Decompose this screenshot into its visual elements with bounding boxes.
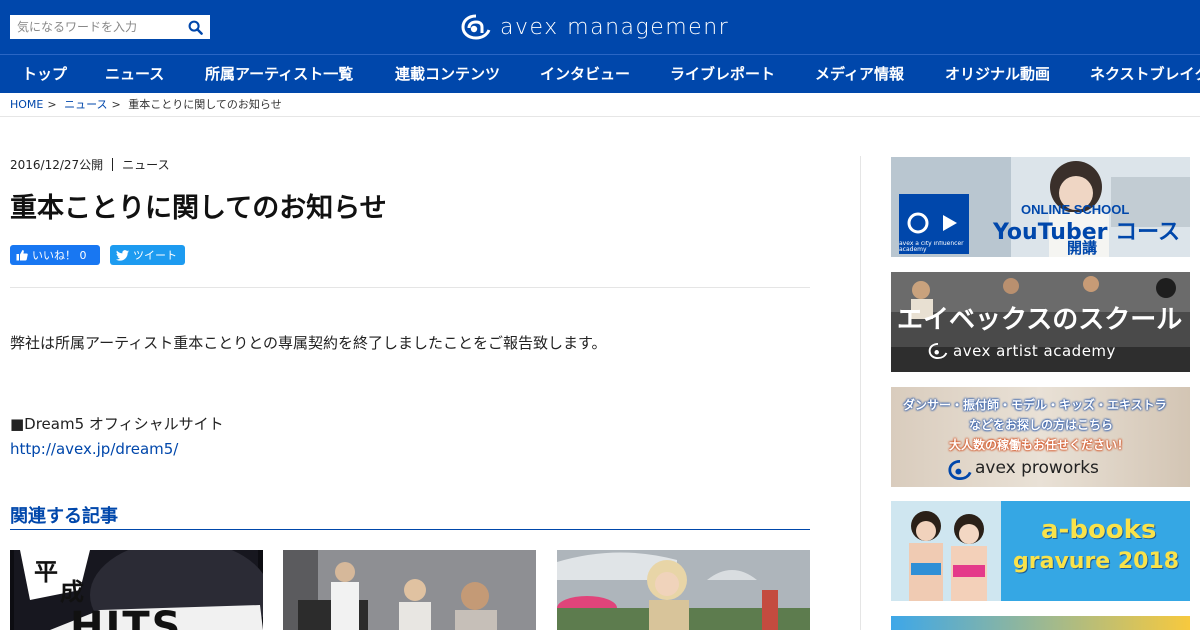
a-books-gravure-banner[interactable]: a-books gravure 2018 xyxy=(891,501,1190,601)
related-card-image xyxy=(557,550,810,630)
article-title: 重本ことりに関してのお知らせ xyxy=(10,193,387,224)
nav-item-series[interactable]: 連載コンテンツ xyxy=(395,55,500,93)
article-divider xyxy=(10,287,810,288)
site-logo[interactable]: avex managemenr xyxy=(460,12,729,42)
related-card[interactable] xyxy=(283,550,536,630)
nav-item-news[interactable]: ニュース xyxy=(105,55,164,93)
search-button[interactable] xyxy=(182,15,208,39)
nav-item-interview[interactable]: インタビュー xyxy=(540,55,630,93)
nav-item-videos[interactable]: オリジナル動画 xyxy=(945,55,1050,93)
avex-proworks-banner[interactable]: ダンサー・振付師・モデル・キッズ・エキストラ などをお探しの方はこちら 大人数の… xyxy=(891,387,1190,487)
search-box xyxy=(10,15,210,39)
article-meta: 2016/12/27公開 ニュース xyxy=(10,156,170,173)
article-body: 弊社は所属アーティスト重本ことりとの専属契約を終了しましたことをご報告致します。 xyxy=(10,334,607,352)
avex-artist-academy-banner[interactable]: エイベックスのスクール avex artist academy xyxy=(891,272,1190,372)
banner3-line4: avex proworks xyxy=(975,458,1099,478)
facebook-like-button[interactable]: いいね！ 0 xyxy=(10,245,100,265)
twitter-bird-icon xyxy=(116,249,129,261)
avex-logo-icon xyxy=(948,459,972,481)
banner2-line2: avex artist academy xyxy=(953,342,1116,360)
thumbs-up-icon xyxy=(16,250,28,261)
nav-item-media[interactable]: メディア情報 xyxy=(815,55,904,93)
sidebar-divider xyxy=(860,156,861,630)
breadcrumb: HOME > ニュース > 重本ことりに関してのお知らせ xyxy=(10,97,282,113)
search-input[interactable] xyxy=(10,15,182,39)
tweet-label: ツイート xyxy=(133,249,177,262)
breadcrumb-separator: > xyxy=(111,98,121,111)
related-card[interactable]: 平 成 HITS xyxy=(10,550,263,630)
card-title-text: 平 xyxy=(34,558,58,586)
official-site-link[interactable]: http://avex.jp/dream5/ xyxy=(10,440,178,458)
banner3-line2: などをお探しの方はこちら xyxy=(969,418,1114,432)
article-date: 2016/12/27公開 xyxy=(10,158,104,172)
banner2-line1: エイベックスのスクール xyxy=(897,305,1183,335)
avex-logo-icon xyxy=(928,342,948,360)
card-title-text: HITS xyxy=(70,604,183,630)
banner3-line3: 大人数の稼働もお任せください！ xyxy=(949,438,1130,452)
breadcrumb-news[interactable]: ニュース xyxy=(64,98,107,111)
banner1-line3: 開講 xyxy=(1067,239,1098,257)
breadcrumb-current: 重本ことりに関してのお知らせ xyxy=(128,98,282,111)
nav-item-live-report[interactable]: ライブレポート xyxy=(670,55,775,93)
like-label: いいね！ 0 xyxy=(32,249,87,262)
related-card[interactable] xyxy=(557,550,810,630)
card-title-text: 成 xyxy=(60,578,84,606)
nav-item-top[interactable]: トップ xyxy=(22,55,67,93)
header-divider xyxy=(0,116,1200,117)
sidebar-banner-partial[interactable] xyxy=(891,616,1190,630)
nav-item-next-break[interactable]: ネクストブレイク xyxy=(1090,55,1200,93)
official-site-label: ■Dream5 オフィシャルサイト xyxy=(10,415,224,433)
meta-divider xyxy=(112,158,114,171)
related-underline xyxy=(10,529,810,530)
banner4-line1: a-books xyxy=(1041,515,1157,545)
related-heading: 関連する記事 xyxy=(10,506,118,527)
avex-logo-icon xyxy=(461,14,491,40)
main-nav: トップ ニュース 所属アーティスト一覧 連載コンテンツ インタビュー ライブレポ… xyxy=(0,54,1200,93)
banner4-line2: gravure 2018 xyxy=(1013,549,1180,574)
breadcrumb-separator: > xyxy=(47,98,57,111)
banner3-line1: ダンサー・振付師・モデル・キッズ・エキストラ xyxy=(903,398,1167,412)
search-icon xyxy=(188,20,203,35)
nav-item-artists[interactable]: 所属アーティスト一覧 xyxy=(205,55,353,93)
logo-text: avex managemenr xyxy=(500,14,730,40)
tweet-button[interactable]: ツイート xyxy=(110,245,185,265)
breadcrumb-home[interactable]: HOME xyxy=(10,98,43,111)
banner1-small: avex a city influencer academy xyxy=(899,241,964,253)
site-header: avex managemenr xyxy=(0,0,1200,54)
youtuber-course-banner[interactable]: ONLINE SCHOOL YouTuber コース 開講 avex a cit… xyxy=(891,157,1190,257)
article-category[interactable]: ニュース xyxy=(122,158,169,172)
related-card-image xyxy=(283,550,536,630)
